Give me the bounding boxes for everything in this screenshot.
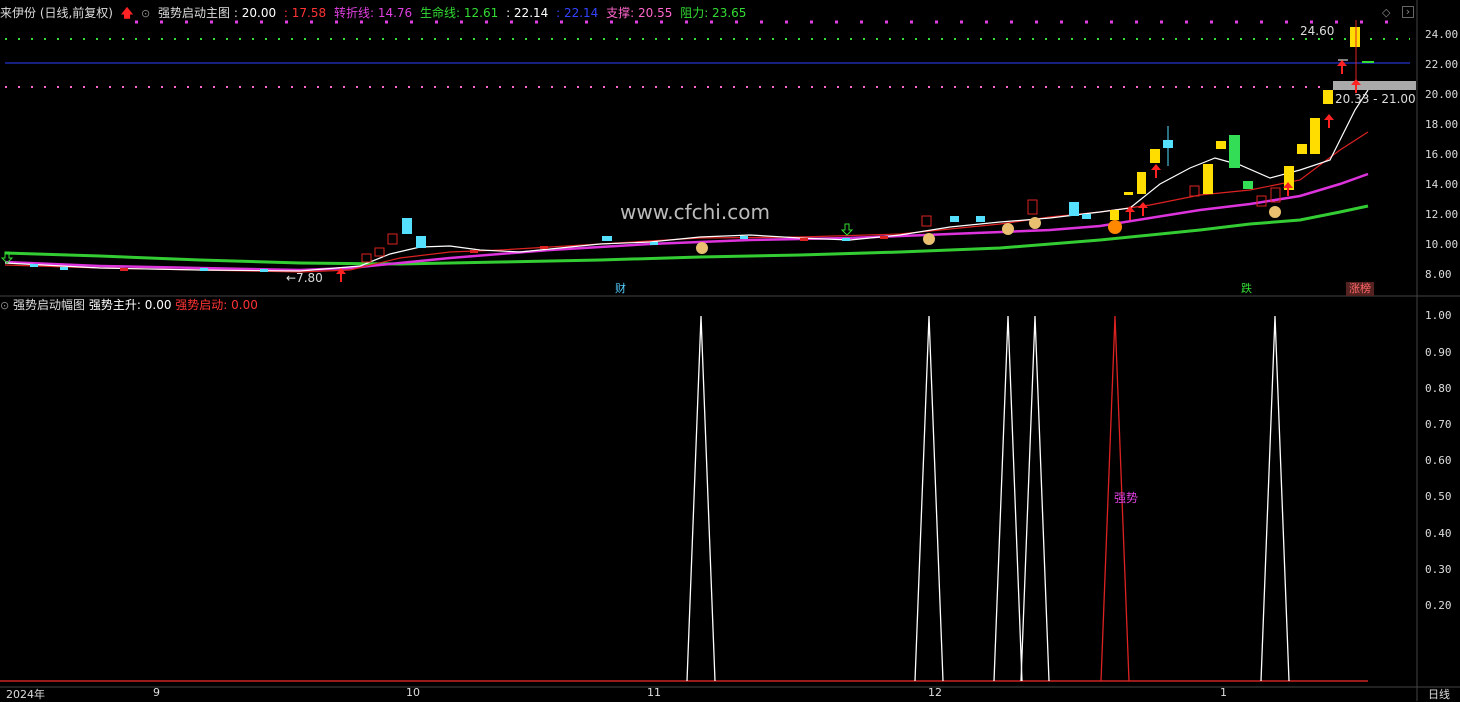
collapse-icon[interactable]: ⊙	[141, 7, 150, 20]
x-tick: 10	[406, 686, 420, 699]
sub-y-tick: 0.30	[1425, 563, 1452, 576]
sub-y-tick: 0.60	[1425, 454, 1452, 467]
x-tick: 2024年	[6, 688, 45, 701]
sub-chart-header: ⊙ 强势启动幅图 强势主升: 0.00 强势启动: 0.00	[0, 297, 258, 313]
sub-y-tick: 0.20	[1425, 599, 1452, 612]
tag-zhangban[interactable]: 涨榜	[1346, 282, 1374, 296]
resist-label: 阻力: 23.65	[680, 6, 747, 20]
high-price-label: 24.60	[1300, 24, 1335, 38]
turn-line-label: 转折线: 14.76	[333, 6, 413, 20]
chart-canvas[interactable]	[0, 0, 1460, 701]
white-ma-line	[4, 89, 1369, 272]
y-tick: 18.00	[1425, 118, 1459, 131]
sub-y-tick: 0.50	[1425, 490, 1452, 503]
tag-die[interactable]: 跌	[1238, 282, 1255, 296]
sub-y-tick: 0.40	[1425, 527, 1452, 540]
red-up-arrow-icon: 🡅	[120, 6, 134, 20]
x-tick: 1	[1220, 686, 1227, 699]
strong-label: 强势	[1114, 491, 1139, 505]
watermark: www.cfchi.com	[620, 200, 770, 224]
sub-y-tick: 0.80	[1425, 382, 1452, 395]
strong-up-value: 强势主升: 0.00	[88, 298, 172, 312]
sub-y-tick: 1.00	[1425, 309, 1452, 322]
y-tick: 10.00	[1425, 238, 1459, 251]
strong-start-value: 强势启动: 0.00	[175, 298, 258, 312]
y-tick: 22.00	[1425, 58, 1459, 71]
sub-y-tick: 0.70	[1425, 418, 1452, 431]
life-line-label: 生命线: 12.61	[420, 6, 499, 20]
indicator-value: 20.00	[241, 6, 277, 20]
value-white: : 22.14	[506, 6, 549, 20]
diamond-icon[interactable]: ◇	[1382, 6, 1390, 19]
y-tick: 12.00	[1425, 208, 1459, 221]
price-range-band	[1333, 81, 1416, 90]
y-tick: 14.00	[1425, 178, 1459, 191]
maximize-icon[interactable]: ›	[1402, 6, 1414, 18]
support-label: 支撑: 20.55	[606, 6, 673, 20]
value-blue: : 22.14	[556, 6, 599, 20]
y-tick: 24.00	[1425, 28, 1459, 41]
main-chart-header: 来伊份 (日线,前复权) 🡅 ⊙ 强势启动主图 : 20.00 : 17.58 …	[0, 0, 1410, 26]
period-label[interactable]: 日线	[1428, 686, 1450, 702]
y-tick: 20.00	[1425, 88, 1459, 101]
sub-title[interactable]: 强势启动幅图	[13, 298, 85, 312]
y-tick: 16.00	[1425, 148, 1459, 161]
tag-cai[interactable]: 财	[612, 282, 629, 296]
range-price-label: 20.33 - 21.00	[1335, 92, 1416, 106]
y-tick: 8.00	[1425, 268, 1452, 281]
low-price-label: ←7.80	[286, 271, 323, 285]
value-red: : 17.58	[283, 6, 327, 20]
indicator-name: 强势启动主图 :	[158, 6, 242, 20]
sub-collapse-icon[interactable]: ⊙	[0, 299, 9, 312]
sub-chart-peaks	[686, 315, 1290, 682]
stock-name[interactable]: 来伊份 (日线,前复权)	[0, 6, 113, 20]
sub-y-tick: 0.90	[1425, 346, 1452, 359]
x-tick: 12	[928, 686, 942, 699]
x-tick: 11	[647, 686, 661, 699]
x-tick: 9	[153, 686, 160, 699]
